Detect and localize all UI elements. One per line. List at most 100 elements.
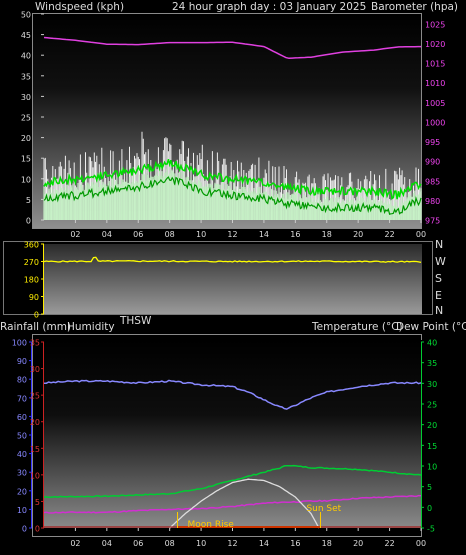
hour-tick-label: 08 [165,539,175,548]
temperature-tick-label: 0 [427,504,432,513]
wind-tick-label: 50 [21,11,31,20]
wind-tick-label: 5 [26,196,31,205]
rain-tick-label: 10 [30,471,40,480]
bottom-plot-area [44,340,422,528]
barometer-tick-label: 995 [425,138,440,147]
direction-plot-area [44,244,422,314]
hour-tick-label: 22 [384,230,394,239]
barometer-tick-label: 1025 [425,20,445,29]
temperature-tick-label: 30 [427,380,437,389]
hour-tick-label: 06 [133,230,143,239]
barometer-tick-label: 1015 [425,60,445,69]
thsw-label: THSW [119,315,152,327]
hour-tick-label: 14 [259,230,269,239]
compass-n-bottom: N [435,304,443,317]
humidity-tick-label: 20 [17,487,27,496]
barometer-tick-label: 1020 [425,40,445,49]
hour-tick-label: 02 [70,230,80,239]
weather-graph-window: Windspeed (kph) 24 hour graph day : 03 J… [0,0,466,555]
humidity-tick-label: 80 [17,376,27,385]
compass-e: E [435,289,442,302]
temperature-axis-title: Temperature (°C) [311,321,403,333]
humidity-axis-title: Humidity [67,321,115,333]
dewpoint-axis-title: Dew Point (°C) [396,321,466,333]
hour-tick-label: 02 [70,539,80,548]
hour-tick-label: 00 [416,539,426,548]
hour-tick-label: 22 [384,539,394,548]
barometer-tick-label: 985 [425,177,440,186]
wind-tick-label: 10 [21,175,31,184]
humidity-tick-label: 10 [17,506,27,515]
windspeed-axis-title: Windspeed (kph) [35,1,124,13]
sun-set-label: Sun Set [306,504,341,514]
weather-graphs-svg: Windspeed (kph) 24 hour graph day : 03 J… [0,1,466,548]
wind-tick-label: 35 [21,72,31,81]
rain-tick-label: 5 [35,498,40,507]
wind-tick-label: 45 [21,31,31,40]
hour-tick-label: 12 [227,230,237,239]
moon-rise-label: Moon Rise [188,520,235,530]
direction-tick-label: 0 [34,311,39,320]
direction-tick-label: 180 [24,276,39,285]
hour-tick-label: 20 [353,230,363,239]
direction-tick-label: 90 [29,293,39,302]
rain-tick-label: 15 [30,445,40,454]
barometer-tick-label: 1000 [425,118,445,127]
wind-tick-label: 20 [21,134,31,143]
temperature-tick-label: 40 [427,339,437,348]
barometer-tick-label: 980 [425,197,440,206]
temperature-tick-label: 5 [427,483,432,492]
hour-tick-label: 04 [102,539,112,548]
temperature-tick-label: 20 [427,421,437,430]
wind-tick-label: 0 [26,217,31,226]
wind-tick-label: 30 [21,93,31,102]
temperature-tick-label: 15 [427,442,437,451]
compass-n-top: N [435,238,443,251]
hour-tick-label: 14 [259,539,269,548]
humidity-tick-label: 60 [17,413,27,422]
hour-tick-label: 18 [322,539,332,548]
humidity-tick-label: 100 [12,339,27,348]
rain-tick-label: 20 [30,418,40,427]
hour-tick-label: 04 [102,230,112,239]
hour-tick-label: 00 [416,230,426,239]
barometer-tick-label: 990 [425,158,440,167]
rain-tick-label: 35 [30,339,40,348]
direction-tick-label: 270 [24,258,39,267]
hour-tick-label: 12 [227,539,237,548]
wind-tick-label: 25 [21,114,31,123]
direction-chart-axes: 0 90 180 270 360 [24,241,44,320]
barometer-axis-title: Barometer (hpa) [371,1,458,13]
barometer-tick-label: 1005 [425,99,445,108]
humidity-tick-label: 0 [22,525,27,534]
hour-tick-label: 06 [133,539,143,548]
rain-tick-label: 0 [35,525,40,534]
direction-tick-label: 360 [24,241,39,250]
humidity-tick-label: 70 [17,394,27,403]
humidity-tick-label: 90 [17,357,27,366]
barometer-tick-label: 1010 [425,79,445,88]
humidity-tick-label: 30 [17,469,27,478]
hour-tick-label: 10 [196,539,206,548]
hour-tick-label: 10 [196,230,206,239]
hour-tick-label: 08 [165,230,175,239]
compass-s: S [435,272,442,285]
hour-tick-label: 18 [322,230,332,239]
rain-tick-label: 30 [30,365,40,374]
chart-title: 24 hour graph day : 03 January 2025 [172,1,366,13]
temperature-tick-label: -5 [427,525,435,534]
temperature-tick-label: 35 [427,359,437,368]
temperature-tick-label: 10 [427,463,437,472]
rainfall-axis-title: Rainfall (mm) [0,321,71,333]
temperature-tick-label: 25 [427,401,437,410]
rain-tick-label: 25 [30,392,40,401]
wind-tick-label: 15 [21,155,31,164]
hour-tick-label: 20 [353,539,363,548]
barometer-tick-label: 975 [425,217,440,226]
wind-tick-label: 40 [21,52,31,61]
hour-tick-label: 16 [290,539,300,548]
humidity-tick-label: 50 [17,432,27,441]
compass-w: W [435,255,446,268]
hour-tick-label: 16 [290,230,300,239]
humidity-tick-label: 40 [17,450,27,459]
